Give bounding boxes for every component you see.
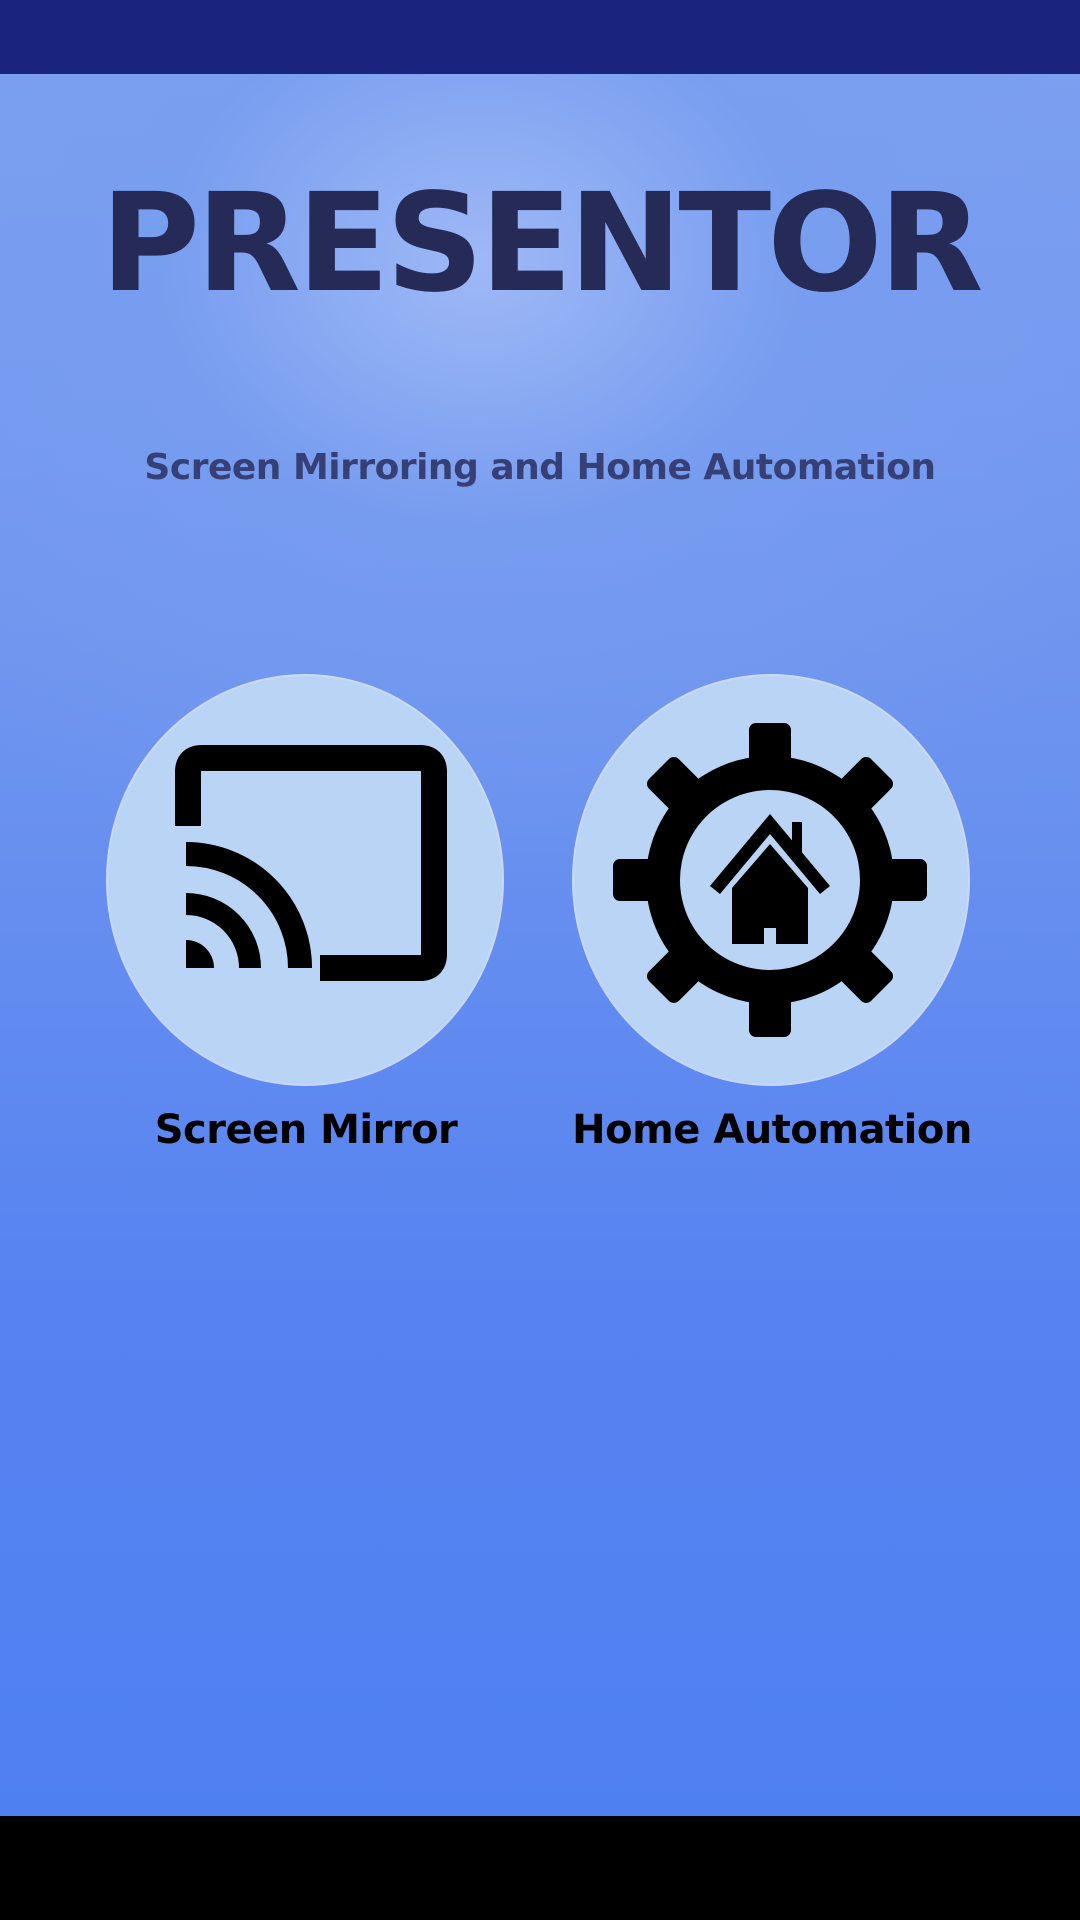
home-gear-icon <box>613 723 927 1037</box>
home-automation-circle[interactable] <box>574 676 968 1084</box>
status-bar <box>0 0 1080 74</box>
home-automation-button[interactable]: Home Automation <box>572 676 972 1166</box>
cast-icon <box>175 745 447 981</box>
screen-mirror-button[interactable]: Screen Mirror <box>106 676 506 1166</box>
home-automation-label: Home Automation <box>572 1107 972 1153</box>
screen-mirror-circle[interactable] <box>108 676 502 1084</box>
app-subtitle: Screen Mirroring and Home Automation <box>144 447 936 488</box>
navigation-bar <box>0 1816 1080 1920</box>
screen-mirror-label: Screen Mirror <box>154 1107 458 1153</box>
app-title: PRESENTOR <box>100 165 983 323</box>
